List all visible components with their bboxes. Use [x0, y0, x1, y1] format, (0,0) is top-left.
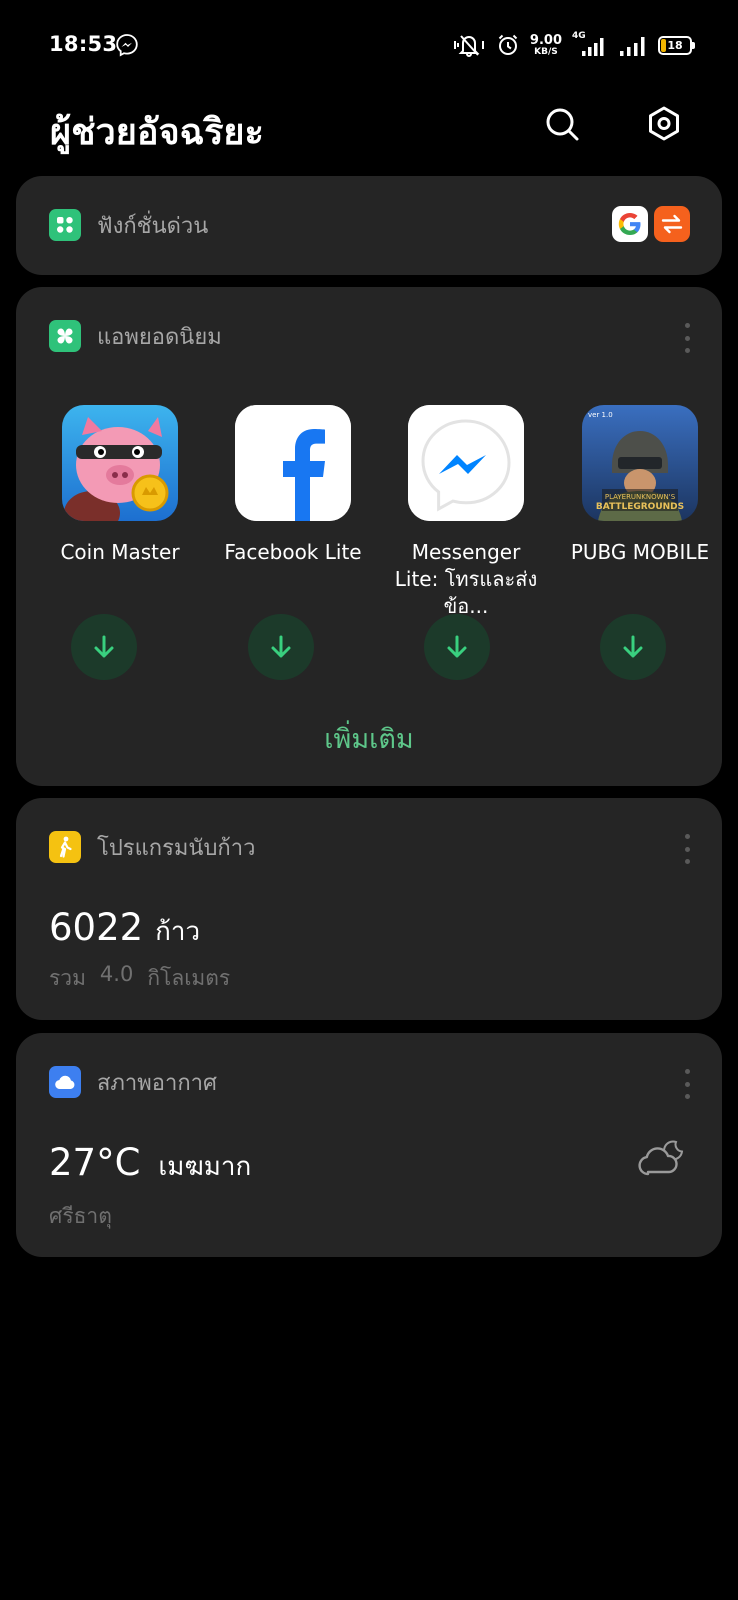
quick-functions-title: ฟังก์ชั่นด่วน: [97, 213, 209, 239]
popular-apps-title: แอพยอดนิยม: [97, 324, 222, 350]
download-button[interactable]: [248, 614, 314, 680]
step-value: 6022: [49, 906, 144, 949]
app-item[interactable]: PLAYERUNKNOWN'S BATTLEGROUNDS ver 1.0 PU…: [565, 405, 715, 566]
popular-apps-list: Coin Master Facebook Lite Messenger Lite…: [45, 405, 717, 618]
popular-apps-header: แอพยอดนิยม: [49, 319, 222, 353]
weather-header: สภาพอากาศ: [49, 1065, 217, 1099]
download-button[interactable]: [600, 614, 666, 680]
svg-text:PLAYERUNKNOWN'S: PLAYERUNKNOWN'S: [605, 493, 676, 501]
google-shortcut[interactable]: [612, 206, 648, 242]
cellular-signal-4g: 4G: [572, 31, 608, 57]
cellular-signal-icon: [620, 37, 645, 56]
temperature: 27°C: [49, 1141, 141, 1184]
popular-apps-icon: [49, 320, 81, 352]
weather-title: สภาพอากาศ: [97, 1070, 217, 1096]
transfer-shortcut[interactable]: [654, 206, 690, 242]
app-item[interactable]: Facebook Lite: [218, 405, 368, 566]
step-count: 6022 ก้าว: [49, 906, 200, 952]
settings-icon: [649, 106, 679, 141]
step-counter-header: โปรแกรมนับก้าว: [49, 830, 255, 864]
vibrate-mute-icon: [453, 35, 484, 57]
distance-label: รวม: [49, 966, 86, 990]
search-button[interactable]: [541, 103, 583, 145]
popular-apps-card: แอพยอดนิยม Coin Master Facebook Lite Mes…: [16, 287, 722, 786]
step-counter-card[interactable]: โปรแกรมนับก้าว 6022 ก้าว รวม 4.0 กิโลเมต…: [16, 798, 722, 1020]
weather-card[interactable]: สภาพอากาศ 27°C เมฆมาก ศรีธาตุ: [16, 1033, 722, 1257]
messenger-icon: [408, 405, 524, 521]
svg-text:ver 1.0: ver 1.0: [588, 411, 613, 419]
svg-text:BATTLEGROUNDS: BATTLEGROUNDS: [596, 502, 684, 512]
messenger-notification-icon: [116, 34, 138, 57]
weather-location: ศรีธาตุ: [49, 1204, 112, 1228]
coin-master-icon: [62, 405, 178, 521]
download-arrow-icon: [623, 635, 643, 658]
quick-apps-list: [612, 206, 690, 242]
network-speed: 9.00 KB/S: [529, 32, 562, 57]
download-button[interactable]: [71, 614, 137, 680]
page-title: ผู้ช่วยอัจฉริยะ: [50, 112, 264, 153]
status-time: 18:53: [49, 32, 118, 56]
walking-icon: [49, 831, 81, 863]
cloudy-night-icon: [638, 1140, 684, 1176]
download-arrow-icon: [271, 635, 291, 658]
transfer-icon: [661, 214, 683, 234]
settings-button[interactable]: [643, 103, 685, 145]
distance-value: 4.0: [99, 962, 134, 986]
app-item[interactable]: Coin Master: [45, 405, 195, 566]
app-item[interactable]: Messenger Lite: โทรและส่งข้อ...: [391, 405, 541, 620]
app-name: Coin Master: [60, 540, 180, 564]
search-icon: [546, 108, 579, 141]
step-counter-title: โปรแกรมนับก้าว: [97, 835, 256, 861]
facebook-icon: [235, 405, 351, 521]
step-unit: ก้าว: [155, 917, 201, 947]
weather-current: 27°C เมฆมาก: [49, 1141, 251, 1187]
alarm-icon: [498, 34, 518, 55]
app-name: PUBG MOBILE: [570, 540, 710, 564]
distance-unit: กิโลเมตร: [147, 966, 231, 990]
download-button[interactable]: [424, 614, 490, 680]
weather-condition: เมฆมาก: [158, 1152, 252, 1182]
weather-icon: [49, 1066, 81, 1098]
status-bar: 18:53 9.00 KB/S 4G 18: [0, 0, 738, 90]
step-distance: รวม 4.0 กิโลเมตร: [49, 962, 230, 995]
quick-functions-card: ฟังก์ชั่นด่วน: [16, 176, 722, 275]
download-arrow-icon: [447, 635, 467, 658]
weather-more-button[interactable]: [682, 1069, 692, 1099]
quick-functions-header: ฟังก์ชั่นด่วน: [49, 208, 208, 242]
app-name: Messenger Lite: โทรและส่งข้อ...: [394, 540, 538, 618]
quick-function-icon: [49, 209, 81, 241]
pubg-icon: PLAYERUNKNOWN'S BATTLEGROUNDS ver 1.0: [582, 405, 698, 521]
step-counter-more-button[interactable]: [682, 834, 692, 864]
popular-apps-more-button[interactable]: [682, 323, 692, 353]
more-apps-link[interactable]: เพิ่มเติม: [16, 717, 722, 760]
google-icon: [618, 213, 641, 235]
battery-indicator: 18: [658, 35, 695, 55]
battery-percent: 18: [667, 38, 683, 52]
app-name: Facebook Lite: [224, 540, 362, 564]
download-arrow-icon: [94, 635, 114, 658]
